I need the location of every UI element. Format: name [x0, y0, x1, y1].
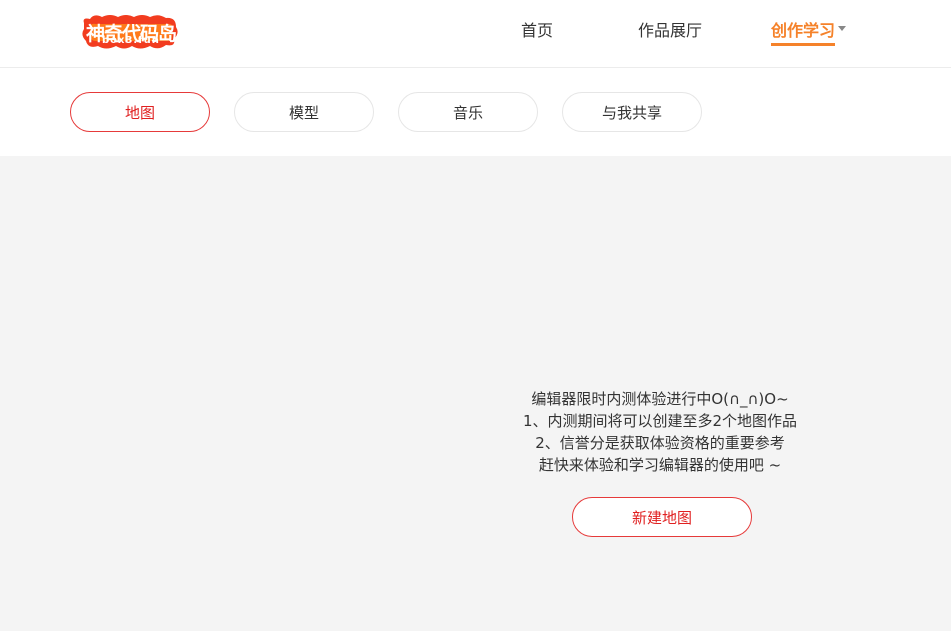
tab-shared[interactable]: 与我共享	[562, 92, 702, 132]
logo-subtitle: box3.fun	[102, 35, 160, 46]
chevron-down-icon[interactable]	[838, 26, 846, 31]
create-map-button[interactable]: 新建地图	[572, 497, 752, 537]
tab-music[interactable]: 音乐	[398, 92, 538, 132]
nav-learn[interactable]: 创作学习	[771, 17, 835, 41]
nav-gallery[interactable]: 作品展厅	[638, 17, 702, 41]
top-header: 神奇代码岛 box3.fun 首页 作品展厅 创作学习	[0, 0, 951, 68]
tab-model[interactable]: 模型	[234, 92, 374, 132]
beta-notice: 编辑器限时内测体验进行中O(∩_∩)O~ 1、内测期间将可以创建至多2个地图作品…	[480, 388, 840, 476]
notice-line-2: 1、内测期间将可以创建至多2个地图作品	[522, 412, 798, 430]
notice-line-4: 赶快来体验和学习编辑器的使用吧 ~	[538, 456, 782, 474]
nav-active-indicator	[771, 43, 835, 46]
category-tab-bar: 地图 模型 音乐 与我共享	[0, 68, 951, 156]
nav-home[interactable]: 首页	[521, 17, 553, 41]
main-content: 编辑器限时内测体验进行中O(∩_∩)O~ 1、内测期间将可以创建至多2个地图作品…	[0, 156, 951, 631]
site-logo[interactable]: 神奇代码岛 box3.fun	[80, 13, 180, 53]
notice-line-3: 2、信誉分是获取体验资格的重要参考	[535, 434, 785, 452]
notice-line-1: 编辑器限时内测体验进行中O(∩_∩)O~	[531, 390, 789, 408]
tab-map[interactable]: 地图	[70, 92, 210, 132]
